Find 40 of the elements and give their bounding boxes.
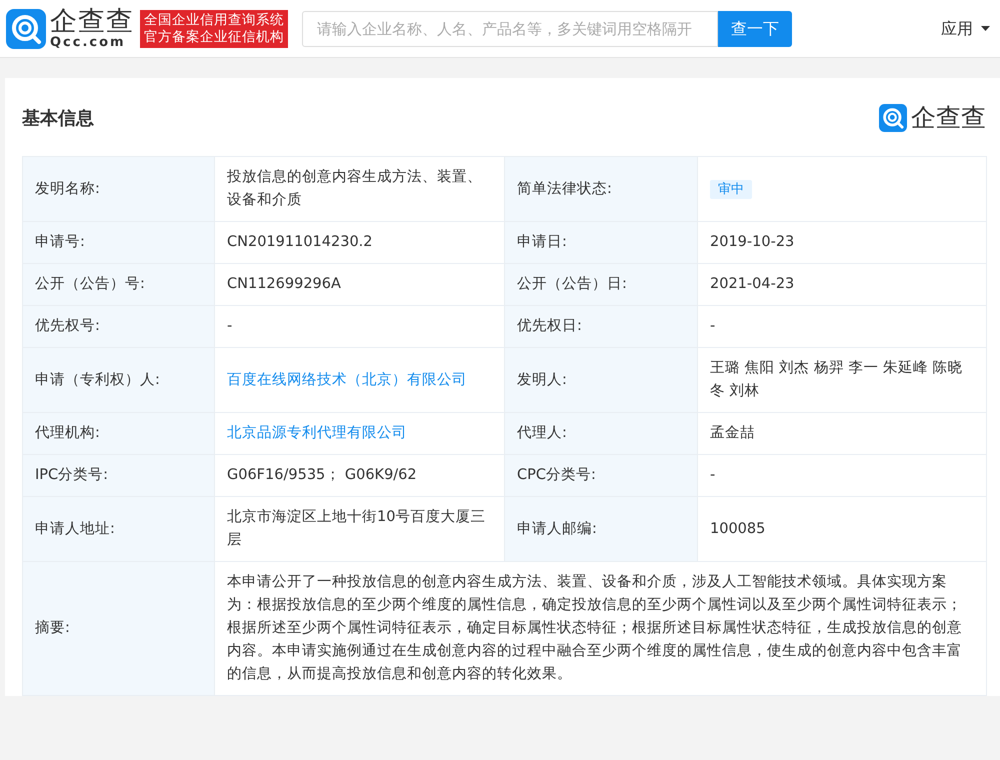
- field-label: 发明名称:: [22, 156, 214, 222]
- field-value: -: [214, 306, 504, 348]
- field-value: 孟金喆: [698, 412, 986, 454]
- field-label: 申请人邮编:: [504, 496, 698, 562]
- brand-text: 企查查: [911, 104, 986, 132]
- logo-domain: Qcc.com: [50, 36, 127, 50]
- field-label: CPC分类号:: [504, 454, 698, 496]
- field-value: 2019-10-23: [698, 222, 986, 264]
- field-value: CN201911014230.2: [214, 222, 504, 264]
- field-value: CN112699296A: [214, 264, 504, 306]
- field-label: 申请号:: [22, 222, 214, 264]
- slogan-banner: 全国企业信用查询系统 官方备案企业征信机构: [140, 10, 288, 48]
- field-label: 代理人:: [504, 412, 698, 454]
- field-label: 优先权日:: [504, 306, 698, 348]
- field-label: 公开（公告）号:: [22, 264, 214, 306]
- field-label: IPC分类号:: [22, 454, 214, 496]
- field-value: 王璐 焦阳 刘杰 杨羿 李一 朱延峰 陈晓冬 刘林: [698, 348, 986, 412]
- field-label: 优先权号:: [22, 306, 214, 348]
- field-label: 发明人:: [504, 348, 698, 412]
- field-label: 摘要:: [22, 562, 214, 696]
- logo-text: 企查查: [50, 8, 134, 36]
- field-label: 代理机构:: [22, 412, 214, 454]
- menu-dropdown[interactable]: 应用: [941, 16, 990, 40]
- search-field[interactable]: 请输入企业名称、人名、产品名等，多关键词用空格隔开: [302, 10, 718, 46]
- section-title: 基本信息: [22, 106, 94, 130]
- field-label: 申请人地址:: [22, 496, 214, 562]
- field-label: 简单法律状态:: [504, 156, 698, 222]
- field-label: 申请日:: [504, 222, 698, 264]
- field-value: G06F16/9535； G06K9/62: [214, 454, 504, 496]
- field-value: 100085: [698, 496, 986, 562]
- field-label: 申请（专利权）人:: [22, 348, 214, 412]
- status-tag: 审中: [710, 180, 752, 198]
- field-value: 本申请公开了一种投放信息的创意内容生成方法、装置、设备和介质，涉及人工智能技术领域。具体实现方案为：根据投放信息的至少两个维度的属性信息，确定投放信息的至少两个属性词以及至少两个属性词特征表示；根据所述至少两个属性词特征表示，确定目标属性状态特征；根据所述目标属性状态特征，生成投放信息的创意内容。本申请实施例通过在生成创意内容的过程中融合至少两个维度的属性信息，使生成的创意内容中包含丰富的信息，从而提高投放信息和创意内容的转化效果。: [214, 562, 986, 696]
- field-value: 2021-04-23: [698, 264, 986, 306]
- field-value: -: [698, 454, 986, 496]
- field-label: 公开（公告）日:: [504, 264, 698, 306]
- search-button[interactable]: 查一下: [718, 10, 792, 46]
- field-value: -: [698, 306, 986, 348]
- field-value: 投放信息的创意内容生成方法、装置、设备和介质: [214, 156, 504, 222]
- field-value: 北京市海淀区上地十街10号百度大厦三层: [214, 496, 504, 562]
